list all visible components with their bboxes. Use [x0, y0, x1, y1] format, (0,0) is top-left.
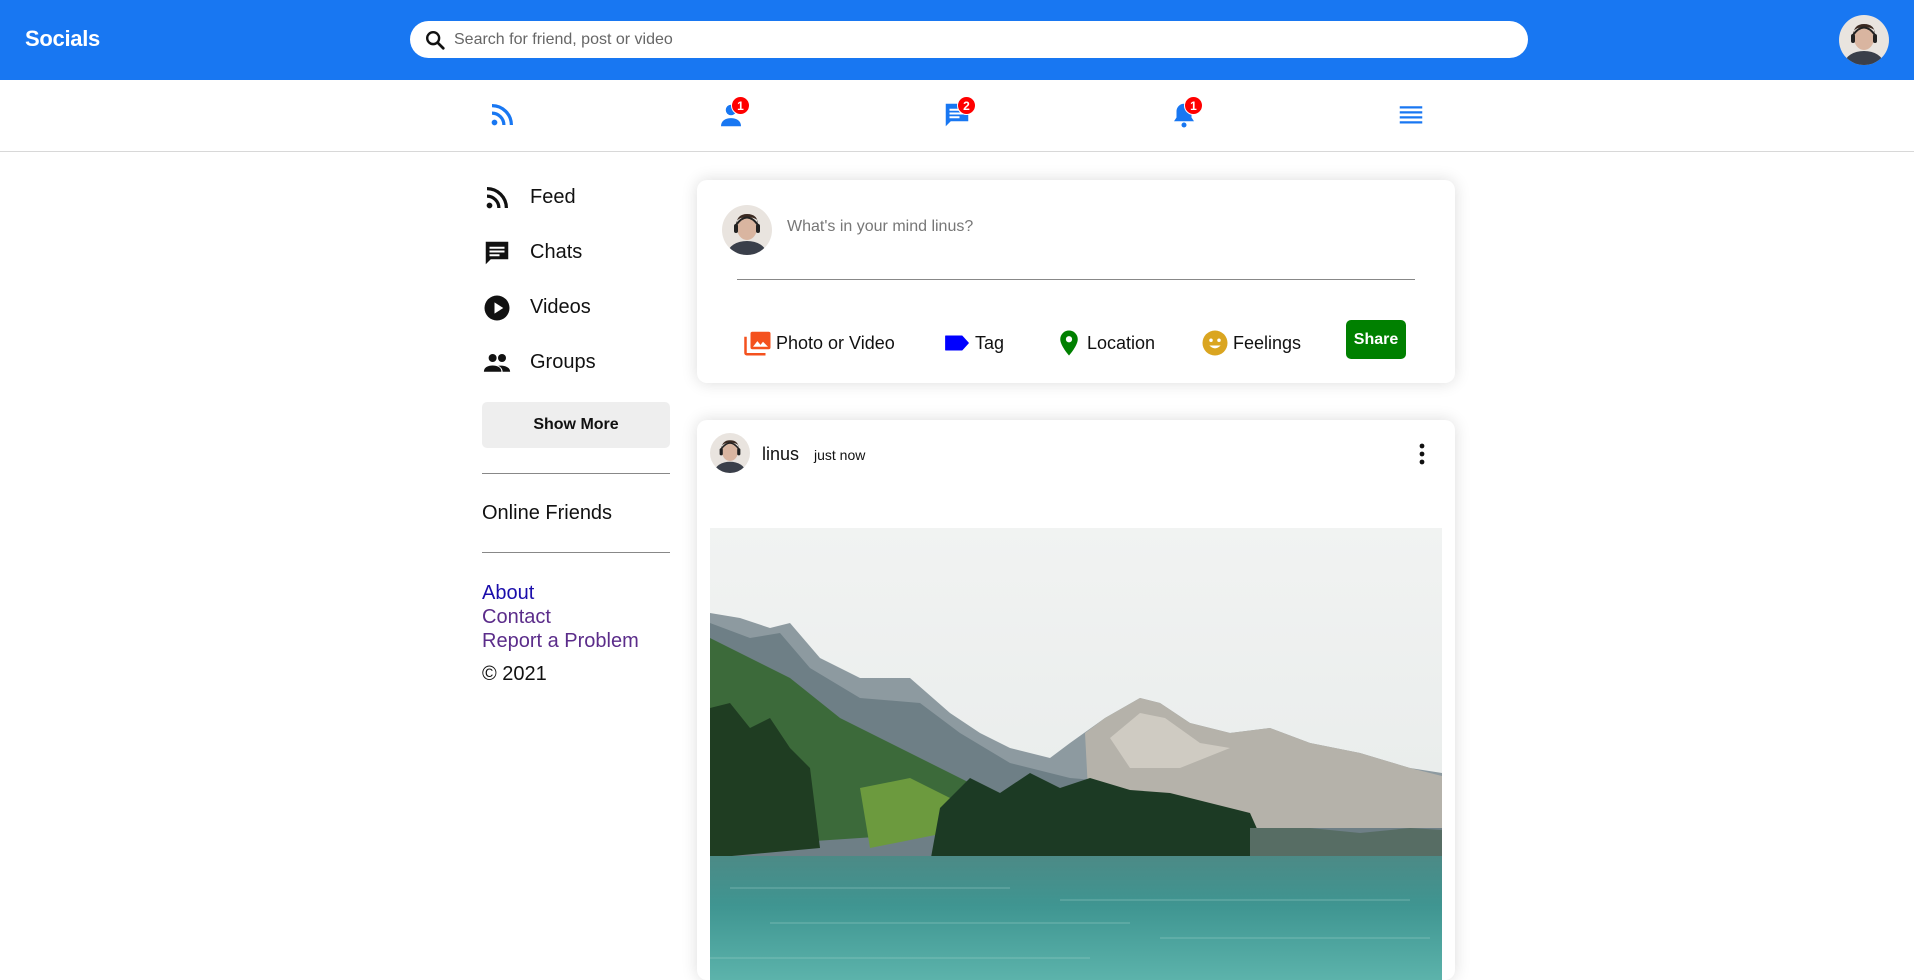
sidebar-divider	[482, 552, 670, 553]
post-timestamp: just now	[814, 447, 866, 463]
post-image	[710, 528, 1442, 980]
post-input[interactable]	[787, 218, 1387, 236]
nav-friend-requests[interactable]: 1	[716, 96, 750, 130]
top-bar: Socials	[0, 0, 1914, 80]
about-link[interactable]: About	[482, 581, 670, 605]
user-avatar-image	[1839, 15, 1889, 65]
search-icon	[426, 30, 445, 50]
location-option[interactable]: Location	[1054, 328, 1155, 358]
nav-feed[interactable]	[487, 100, 517, 130]
messages-badge: 2	[957, 96, 976, 115]
more-vertical-icon	[1419, 443, 1425, 465]
user-avatar-image	[722, 205, 772, 255]
photo-video-option[interactable]: Photo or Video	[743, 328, 895, 358]
photo-library-icon	[744, 331, 771, 356]
sidebar-item-videos[interactable]: Videos	[482, 280, 670, 335]
share-button[interactable]: Share	[1346, 320, 1406, 359]
footer-links: About Contact Report a Problem	[482, 581, 670, 653]
mountain-lake-photo	[710, 528, 1442, 980]
rss-feed-icon	[486, 186, 508, 208]
nav-bar: 1 2 1	[0, 80, 1914, 152]
share-card: Photo or Video Tag Location Feelings Sha…	[697, 180, 1455, 383]
label-icon	[945, 335, 969, 351]
search-input[interactable]	[454, 30, 1454, 49]
option-label: Photo or Video	[776, 332, 895, 353]
contact-link[interactable]: Contact	[482, 605, 670, 629]
nav-notifications[interactable]: 1	[1169, 96, 1203, 130]
tag-option[interactable]: Tag	[942, 328, 1004, 358]
option-label: Feelings	[1233, 332, 1302, 353]
chat-icon	[485, 241, 509, 264]
location-pin-icon	[1060, 330, 1078, 356]
sidebar-item-feed[interactable]: Feed	[482, 170, 670, 225]
play-circle-icon	[484, 295, 510, 320]
search-bar[interactable]	[410, 21, 1528, 58]
option-label: Location	[1087, 332, 1156, 353]
left-sidebar: Feed Chats Videos Groups Show More Onlin…	[482, 170, 670, 686]
feelings-option[interactable]: Feelings	[1200, 328, 1301, 358]
sidebar-item-chats[interactable]: Chats	[482, 225, 670, 280]
post-card: linus just now	[697, 420, 1455, 980]
nav-messages[interactable]: 2	[942, 96, 976, 130]
group-icon	[483, 353, 511, 372]
notifications-badge: 1	[1184, 96, 1203, 115]
report-problem-link[interactable]: Report a Problem	[482, 629, 670, 653]
online-friends-heading: Online Friends	[482, 502, 613, 524]
nav-menu[interactable]	[1396, 100, 1426, 130]
sidebar-item-label: Feed	[530, 186, 576, 208]
post-options-button[interactable]	[1412, 441, 1432, 467]
avatar[interactable]	[722, 205, 772, 255]
sidebar-item-label: Chats	[530, 241, 583, 263]
avatar[interactable]	[710, 433, 750, 473]
option-label: Tag	[975, 332, 1005, 353]
rss-feed-icon	[491, 104, 513, 126]
copyright: © 2021	[482, 663, 547, 685]
sidebar-item-label: Groups	[530, 351, 596, 373]
avatar[interactable]	[1839, 15, 1889, 65]
emoji-icon	[1202, 330, 1228, 356]
sidebar-divider	[482, 473, 670, 474]
menu-lines-icon	[1399, 106, 1423, 124]
sidebar-item-label: Videos	[530, 296, 591, 318]
user-avatar-image	[710, 433, 750, 473]
post-username[interactable]: linus	[762, 444, 799, 465]
friend-requests-badge: 1	[731, 96, 750, 115]
logo[interactable]: Socials	[25, 26, 100, 52]
share-divider	[737, 279, 1415, 280]
sidebar-item-groups[interactable]: Groups	[482, 335, 670, 390]
show-more-button[interactable]: Show More	[482, 402, 670, 448]
